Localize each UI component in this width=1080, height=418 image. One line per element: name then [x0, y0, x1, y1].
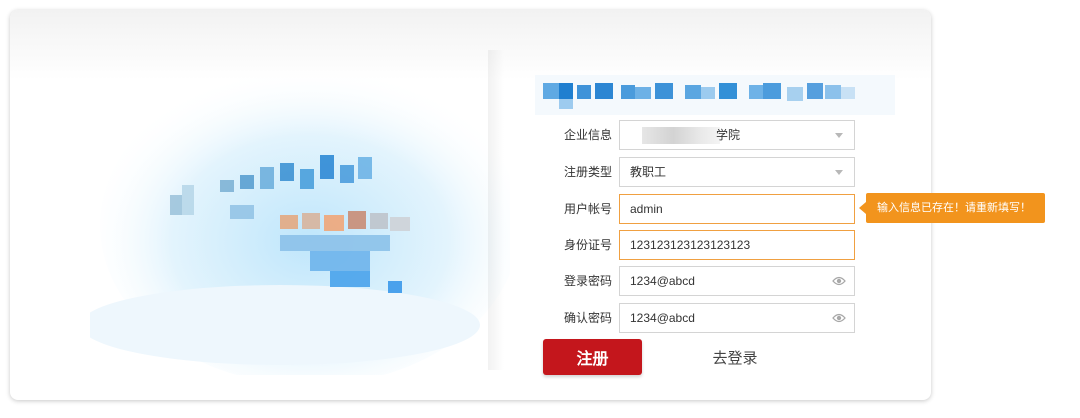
id-number-value: 123123123123123123 [630, 238, 751, 252]
enterprise-select[interactable]: 学院 [619, 120, 855, 150]
id-number-input[interactable]: 123123123123123123 [619, 230, 855, 260]
enterprise-row: 企业信息 学院 [540, 120, 860, 150]
eye-icon[interactable] [832, 275, 846, 287]
chevron-down-icon [835, 133, 843, 138]
confirm-password-label: 确认密码 [563, 311, 612, 325]
validation-tooltip: 输入信息已存在！请重新填写！ [859, 193, 1045, 223]
id-number-label: 身份证号 [563, 238, 612, 252]
enterprise-value-suffix: 学院 [716, 128, 741, 142]
register-type-row: 注册类型 教职工 [540, 157, 860, 187]
id-number-row: 身份证号 123123123123123123 [540, 230, 860, 260]
username-row: 用户帐号 admin [540, 194, 860, 224]
register-button[interactable]: 注册 [543, 339, 642, 375]
confirm-password-value: 1234@abcd [630, 311, 695, 325]
confirm-password-input[interactable]: 1234@abcd [619, 303, 855, 333]
username-input[interactable]: admin [619, 194, 855, 224]
password-row: 登录密码 1234@abcd [540, 266, 860, 296]
register-type-select[interactable]: 教职工 [619, 157, 855, 187]
username-value: admin [630, 202, 663, 216]
username-label: 用户帐号 [563, 202, 612, 216]
enterprise-label: 企业信息 [563, 128, 612, 142]
register-type-label: 注册类型 [563, 165, 612, 179]
enterprise-redacted [642, 127, 720, 144]
eye-icon[interactable] [832, 312, 846, 324]
password-value: 1234@abcd [630, 274, 695, 288]
password-label: 登录密码 [563, 274, 612, 288]
chevron-down-icon [835, 170, 843, 175]
register-type-value: 教职工 [630, 165, 667, 179]
password-input[interactable]: 1234@abcd [619, 266, 855, 296]
go-login-link[interactable]: 去登录 [690, 345, 780, 371]
register-page: 企业信息 学院 注册类型 教职工 用户帐号 admin 身份证号 1231231… [0, 0, 1080, 418]
city-illustration [90, 45, 510, 375]
divider-shadow [488, 50, 504, 370]
confirm-password-row: 确认密码 1234@abcd [540, 303, 860, 333]
school-title-logo [535, 65, 895, 120]
